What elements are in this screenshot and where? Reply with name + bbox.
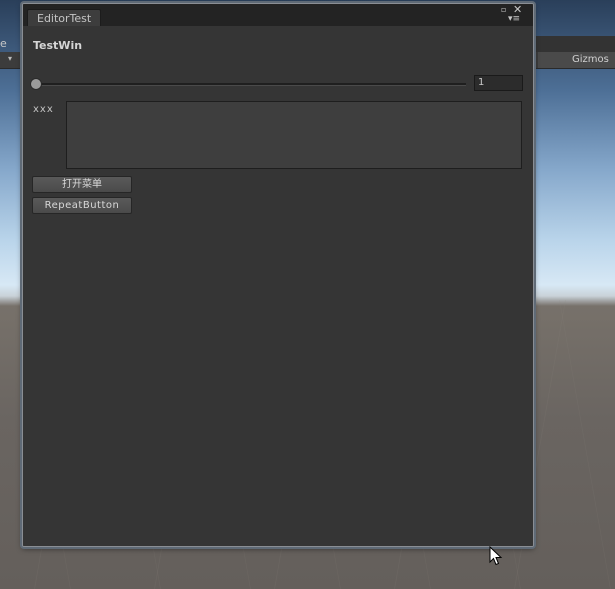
gizmos-button[interactable]: Gizmos — [572, 53, 609, 67]
menu-icon[interactable]: ▾≡ — [508, 15, 520, 24]
editor-window: EditorTest ▫ ✕ ▾≡ TestWin 1 xxx 打开菜单 Rep… — [22, 3, 534, 547]
maximize-icon[interactable]: ▫ — [501, 6, 506, 14]
slider-thumb[interactable] — [30, 78, 42, 90]
window-content: TestWin 1 xxx 打开菜单 RepeatButton — [23, 26, 533, 546]
open-menu-button[interactable]: 打开菜单 — [32, 176, 132, 193]
scene-strip — [532, 36, 615, 52]
tab-editortest[interactable]: EditorTest — [27, 9, 102, 27]
scene-tab-fragment: e — [0, 37, 7, 50]
dropdown-arrow-icon[interactable]: ▾ — [8, 54, 12, 63]
slider-value-field[interactable]: 1 — [474, 75, 523, 91]
window-title-label: TestWin — [33, 39, 83, 52]
tab-bar: EditorTest ▫ ✕ ▾≡ — [23, 4, 533, 27]
text-area[interactable] — [66, 101, 522, 169]
text-area-label: xxx — [33, 104, 54, 115]
cursor-icon — [489, 546, 503, 566]
slider-track[interactable] — [33, 83, 466, 86]
repeat-button[interactable]: RepeatButton — [32, 197, 132, 214]
